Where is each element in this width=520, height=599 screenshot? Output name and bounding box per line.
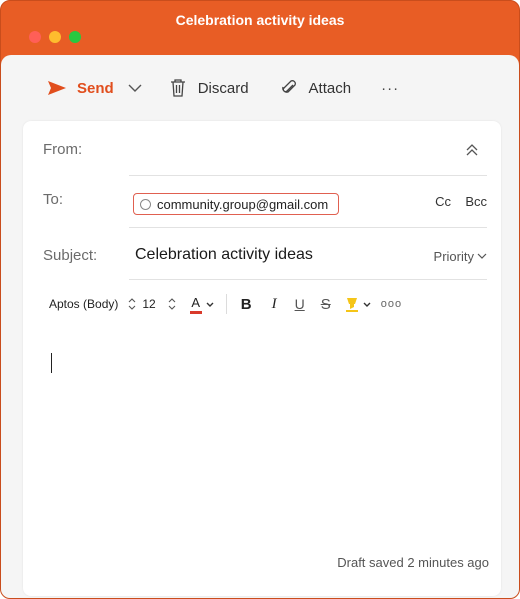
subject-divider — [129, 279, 487, 280]
recipient-address: community.group@gmail.com — [157, 196, 329, 212]
italic-button[interactable]: I — [272, 296, 277, 313]
draft-status: Draft saved 2 minutes ago — [337, 555, 489, 570]
highlight-button[interactable] — [345, 296, 359, 312]
more-formatting-button[interactable]: ooo — [381, 298, 402, 310]
collapse-header-button[interactable] — [465, 143, 479, 162]
more-options-button[interactable]: ··· — [381, 80, 399, 97]
font-size-stepper[interactable] — [168, 297, 176, 311]
discard-label: Discard — [197, 79, 249, 97]
highlight-menu-button[interactable] — [363, 297, 371, 311]
font-color-menu-button[interactable] — [206, 297, 214, 311]
message-card: From: To: community.group@gmail.com Cc B… — [23, 121, 501, 596]
discard-button[interactable]: Discard — [170, 79, 249, 97]
title-bar: Celebration activity ideas — [1, 1, 519, 55]
compose-content: Send Discard Attach ··· From: To: commun… — [1, 55, 519, 598]
recipient-chip[interactable]: community.group@gmail.com — [133, 193, 340, 215]
toolbar-divider — [225, 294, 227, 314]
font-name-select[interactable]: Aptos (Body) — [49, 297, 118, 311]
to-label: To: — [43, 191, 64, 208]
underline-button[interactable]: U — [295, 296, 305, 312]
subject-row: Subject: Celebration activity ideas Prio… — [23, 233, 501, 283]
from-label: From: — [43, 141, 83, 158]
bcc-button[interactable]: Bcc — [465, 194, 487, 209]
trash-icon — [170, 79, 185, 97]
font-color-button[interactable]: A — [189, 294, 202, 314]
strikethrough-button[interactable]: S — [321, 296, 331, 313]
chevron-down-icon — [363, 302, 371, 307]
compose-window: Celebration activity ideas Send Discard — [0, 0, 520, 599]
chevron-down-icon — [206, 302, 214, 307]
subject-input[interactable]: Celebration activity ideas — [135, 246, 313, 264]
text-cursor — [51, 353, 52, 373]
from-row: From: — [23, 137, 501, 177]
font-color-glyph: A — [191, 294, 201, 310]
close-window-button[interactable] — [29, 31, 41, 43]
compose-toolbar: Send Discard Attach ··· — [1, 55, 519, 121]
font-name-stepper[interactable] — [128, 297, 136, 311]
paperclip-icon — [281, 80, 296, 93]
up-down-chevron-icon — [128, 298, 136, 310]
send-button[interactable]: Send — [47, 80, 114, 97]
to-row: To: community.group@gmail.com Cc Bcc — [23, 181, 501, 231]
double-chevron-up-icon — [466, 144, 478, 156]
to-divider — [129, 227, 487, 228]
send-options-button[interactable] — [128, 84, 142, 93]
font-size-select[interactable]: 12 — [142, 297, 155, 311]
bold-button[interactable]: B — [241, 296, 252, 313]
priority-button[interactable]: Priority — [434, 249, 487, 264]
minimize-window-button[interactable] — [49, 31, 61, 43]
cc-button[interactable]: Cc — [435, 194, 451, 209]
formatting-toolbar: Aptos (Body) 12 A B I U S ooo — [49, 291, 489, 317]
window-controls — [29, 31, 81, 43]
up-down-chevron-icon — [168, 298, 176, 310]
attach-button[interactable]: Attach — [281, 79, 352, 97]
attach-label: Attach — [308, 79, 352, 97]
chevron-down-icon — [128, 84, 142, 92]
window-title: Celebration activity ideas — [175, 12, 345, 28]
chevron-down-icon — [477, 253, 487, 259]
zoom-window-button[interactable] — [69, 31, 81, 43]
send-icon — [48, 81, 66, 95]
from-divider — [129, 175, 487, 176]
priority-label: Priority — [433, 249, 474, 264]
font-color-swatch — [189, 310, 202, 314]
subject-label: Subject: — [43, 247, 98, 264]
contact-status-icon — [140, 198, 151, 210]
send-label: Send — [77, 79, 114, 97]
highlighter-icon — [345, 298, 358, 312]
